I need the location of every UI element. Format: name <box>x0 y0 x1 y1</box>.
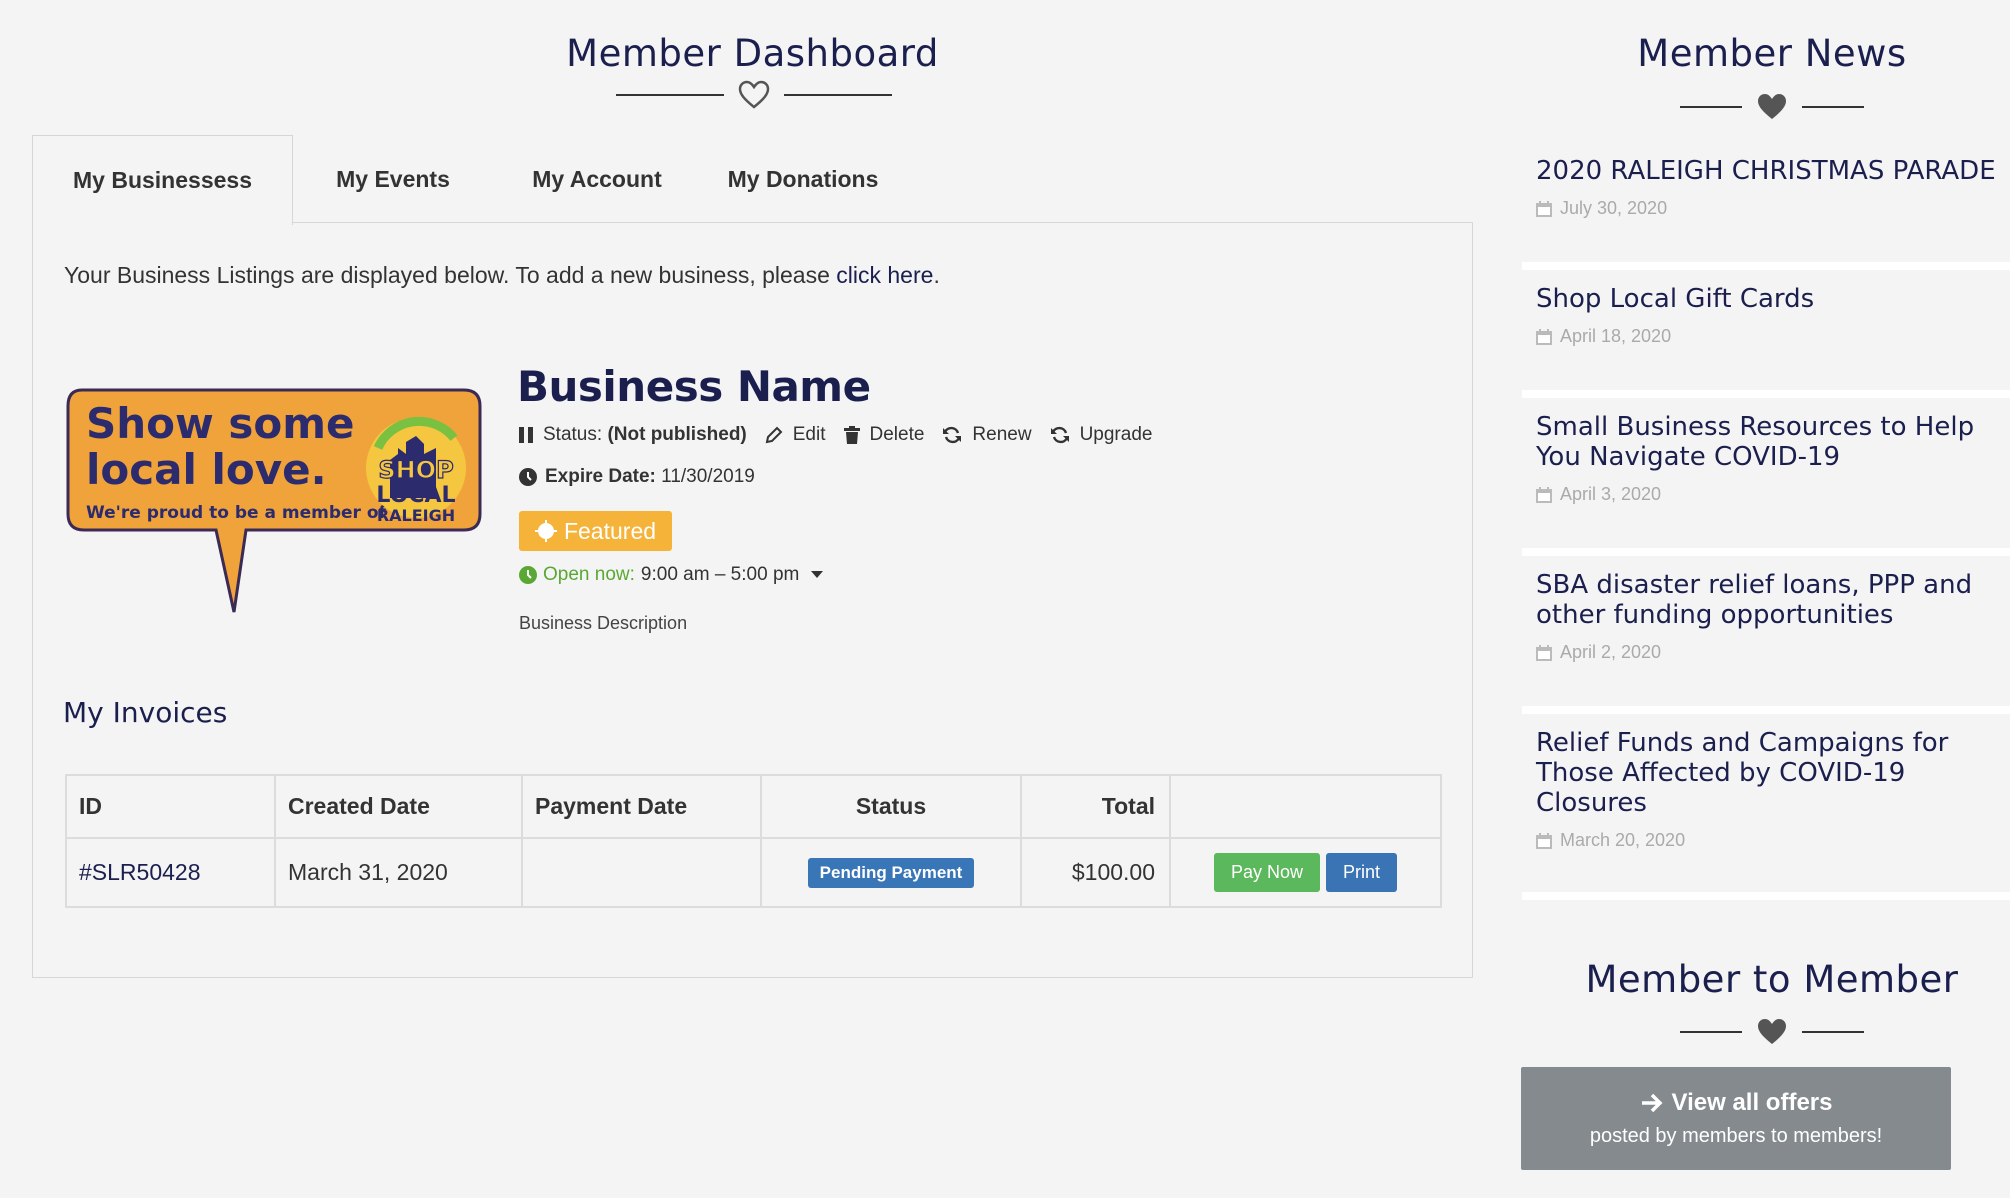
invoice-status: Pending Payment <box>760 837 1022 908</box>
news-item[interactable]: SBA disaster relief loans, PPP and other… <box>1522 556 2010 714</box>
m2m-title: Member to Member <box>1585 958 1959 1001</box>
upgrade-button[interactable]: Upgrade <box>1050 424 1152 446</box>
heart-icon <box>1756 1017 1788 1047</box>
heart-outline-icon <box>738 80 770 110</box>
featured-badge: Featured <box>519 511 672 551</box>
col-created: Created Date <box>274 774 523 839</box>
business-name: Business Name <box>517 362 871 411</box>
business-description: Business Description <box>519 613 688 633</box>
arrow-right-icon <box>1641 1093 1662 1113</box>
intro-text: Your Business Listings are displayed bel… <box>64 262 940 288</box>
news-item-date: July 30, 2020 <box>1536 198 1667 219</box>
news-title: Member News <box>1637 32 1907 75</box>
status: Status: (Not published) <box>519 424 747 446</box>
news-item-date: March 20, 2020 <box>1536 830 1685 851</box>
edit-button[interactable]: Edit <box>765 424 826 446</box>
news-item[interactable]: Shop Local Gift Cards April 18, 2020 <box>1522 270 2010 398</box>
svg-text:RALEIGH: RALEIGH <box>377 506 455 525</box>
invoice-payment-date <box>521 837 762 908</box>
calendar-icon <box>1536 832 1552 849</box>
svg-text:local love.: local love. <box>86 445 327 494</box>
trash-icon <box>843 426 860 444</box>
calendar-icon <box>1536 486 1552 503</box>
news-item-date: April 2, 2020 <box>1536 642 1661 663</box>
table-row: #SLR50428 March 31, 2020 Pending Payment… <box>65 837 1442 908</box>
col-status: Status <box>760 774 1022 839</box>
news-item-title[interactable]: SBA disaster relief loans, PPP and other… <box>1536 570 1996 630</box>
invoice-total: $100.00 <box>1020 837 1171 908</box>
refresh-icon <box>1050 426 1069 444</box>
pause-icon <box>519 427 533 443</box>
click-here-link[interactable]: click here <box>836 262 933 288</box>
col-payment: Payment Date <box>521 774 762 839</box>
clock-icon <box>519 468 537 486</box>
svg-text:LOCAL: LOCAL <box>376 483 455 508</box>
dashboard-tabs: My Businessess My Events My Account My D… <box>32 135 905 225</box>
print-button[interactable]: Print <box>1326 853 1398 892</box>
col-id: ID <box>65 774 276 839</box>
refresh-icon <box>943 426 962 444</box>
clock-icon <box>519 566 537 584</box>
expire-date: Expire Date: 11/30/2019 <box>519 466 755 488</box>
svg-text:Show some: Show some <box>86 399 355 448</box>
delete-button[interactable]: Delete <box>843 424 924 446</box>
invoices-title: My Invoices <box>63 696 228 729</box>
invoice-id[interactable]: #SLR50428 <box>65 837 276 908</box>
table-header-row: ID Created Date Payment Date Status Tota… <box>65 774 1442 839</box>
news-item-title[interactable]: Small Business Resources to Help You Nav… <box>1536 412 1996 472</box>
news-item-title[interactable]: 2020 RALEIGH CHRISTMAS PARADE <box>1536 156 1996 186</box>
tab-my-businesses[interactable]: My Businessess <box>32 135 293 225</box>
business-actions: Status: (Not published) Edit Delete Rene… <box>519 424 1170 446</box>
renew-button[interactable]: Renew <box>942 424 1032 446</box>
news-item[interactable]: Relief Funds and Campaigns for Those Aff… <box>1522 714 2010 900</box>
invoice-actions: Pay Now Print <box>1169 837 1442 908</box>
tab-my-donations[interactable]: My Donations <box>701 135 905 223</box>
news-item[interactable]: 2020 RALEIGH CHRISTMAS PARADE July 30, 2… <box>1522 140 2010 270</box>
pencil-icon <box>765 426 783 444</box>
news-item-title[interactable]: Shop Local Gift Cards <box>1536 284 1996 314</box>
pay-now-button[interactable]: Pay Now <box>1213 853 1320 892</box>
invoices-table: ID Created Date Payment Date Status Tota… <box>65 774 1442 908</box>
col-actions <box>1169 774 1442 839</box>
news-item-date: April 3, 2020 <box>1536 484 1661 505</box>
col-total: Total <box>1020 774 1171 839</box>
chevron-down-icon <box>811 571 824 578</box>
news-item-date: April 18, 2020 <box>1536 326 1671 347</box>
svg-text:We're proud to be a member of: We're proud to be a member of <box>86 503 387 523</box>
shop-local-logo: Show some local love. We're proud to be … <box>66 388 482 621</box>
calendar-icon <box>1536 644 1552 661</box>
svg-text:SHOP: SHOP <box>378 456 453 484</box>
view-all-offers-button[interactable]: View all offers posted by members to mem… <box>1521 1067 1951 1170</box>
news-item[interactable]: Small Business Resources to Help You Nav… <box>1522 398 2010 556</box>
dashboard-divider <box>616 80 892 110</box>
calendar-icon <box>1536 200 1552 217</box>
status-badge: Pending Payment <box>807 858 975 888</box>
news-item-title[interactable]: Relief Funds and Campaigns for Those Aff… <box>1536 728 1996 818</box>
tab-my-account[interactable]: My Account <box>493 135 701 223</box>
m2m-divider <box>1680 1017 1864 1047</box>
invoice-created: March 31, 2020 <box>274 837 523 908</box>
dashboard-title: Member Dashboard <box>566 32 939 75</box>
news-divider <box>1680 92 1864 122</box>
calendar-icon <box>1536 328 1552 345</box>
tab-my-events[interactable]: My Events <box>293 135 493 223</box>
opening-hours[interactable]: Open now: 9:00 am – 5:00 pm <box>519 564 824 586</box>
sun-icon <box>534 520 557 542</box>
heart-icon <box>1756 92 1788 122</box>
